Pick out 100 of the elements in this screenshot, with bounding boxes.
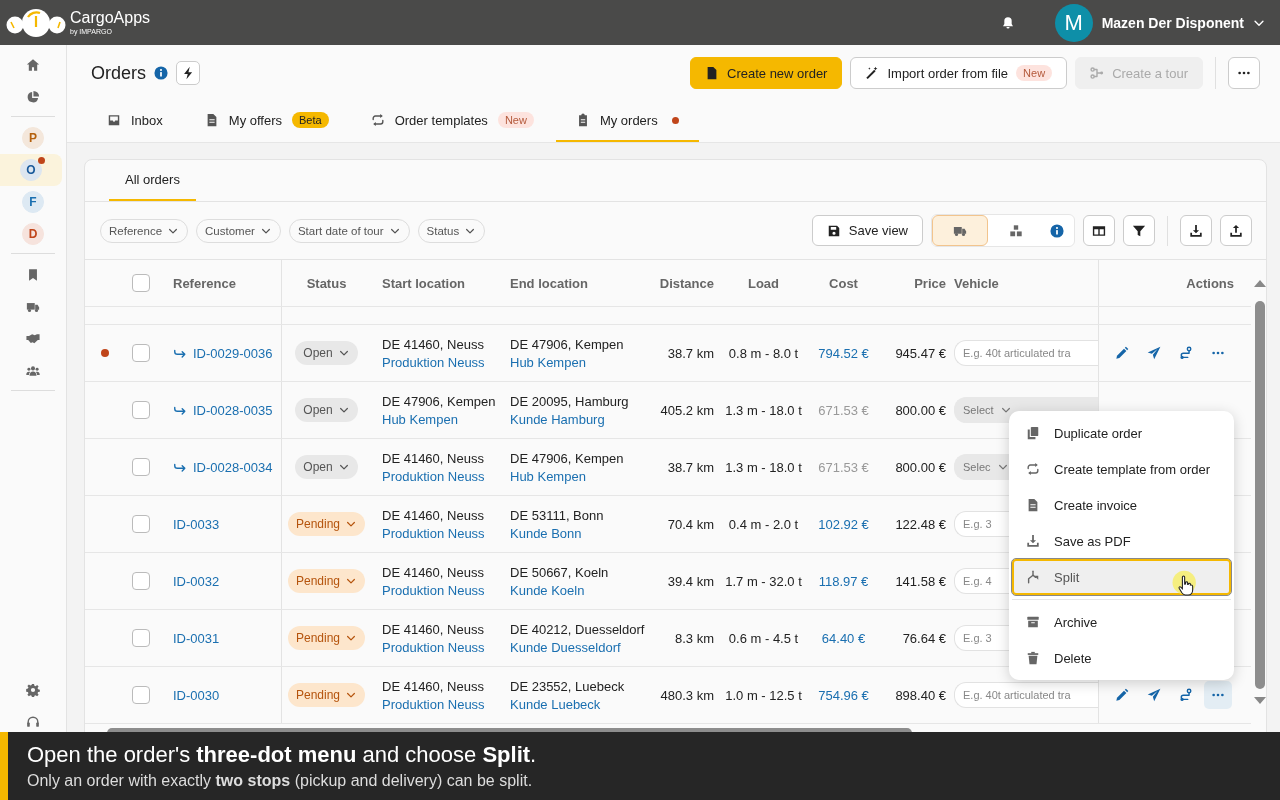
load-value: 1.3 m - 18.0 t: [725, 402, 802, 418]
column-header[interactable]: Vehicle: [954, 275, 999, 291]
column-header[interactable]: End location: [510, 275, 588, 291]
end-site-link[interactable]: Kunde Duesseldorf: [510, 639, 621, 655]
subtab[interactable]: All orders: [109, 160, 196, 201]
start-address: DE 41460, Neuss: [382, 336, 484, 352]
cost-value: 118.97 €: [818, 573, 869, 589]
tab[interactable]: My orders: [555, 100, 699, 142]
price-value: 76.64 €: [902, 630, 946, 646]
price-value: 945.47 €: [895, 345, 946, 361]
status-dropdown[interactable]: Pending: [287, 569, 365, 593]
tab-badge: New: [497, 112, 534, 128]
end-site-link[interactable]: Hub Kempen: [510, 468, 586, 484]
workspace-item[interactable]: P: [0, 122, 66, 154]
workspace-item[interactable]: F: [0, 186, 66, 218]
vehicle-input-field[interactable]: E.g. 40t articulated tra: [954, 682, 1098, 708]
filter-dropdown[interactable]: Reference: [100, 218, 189, 243]
user-name[interactable]: Mazen Der Disponent: [1101, 14, 1244, 31]
end-site-link[interactable]: Kunde Hamburg: [510, 411, 605, 427]
status-dropdown[interactable]: Pending: [287, 626, 365, 650]
order-reference-link[interactable]: ID-0029-0036: [193, 345, 273, 361]
price-value: 898.40 €: [895, 687, 946, 703]
menu-item[interactable]: Delete: [1012, 640, 1231, 676]
filter-dropdown[interactable]: Start date of tour: [288, 218, 410, 243]
start-address: DE 41460, Neuss: [382, 564, 484, 580]
menu-item[interactable]: Archive: [1012, 604, 1231, 640]
cost-value: 754.96 €: [818, 687, 869, 703]
header-action-button[interactable]: Create new order: [690, 57, 843, 89]
header-action-button[interactable]: Import order from file New: [850, 57, 1068, 89]
cost-value: 64.40 €: [821, 630, 866, 646]
workspace-avatar[interactable]: D: [22, 223, 44, 245]
start-site-link[interactable]: Produktion Neuss: [382, 468, 485, 484]
menu-item[interactable]: Save as PDF: [1012, 523, 1231, 559]
menu-item[interactable]: Create invoice: [1012, 487, 1231, 523]
column-header[interactable]: Status: [306, 275, 347, 291]
filter-dropdown[interactable]: Status: [417, 218, 486, 243]
start-address: DE 41460, Neuss: [382, 621, 484, 637]
order-reference-link[interactable]: ID-0030: [173, 687, 220, 703]
workspace-letter: F: [29, 195, 37, 209]
new-badge: New: [1016, 65, 1053, 81]
load-value: 0.8 m - 8.0 t: [728, 345, 799, 361]
save-view-button[interactable]: Save view: [811, 215, 923, 246]
end-site-link[interactable]: Kunde Koeln: [510, 582, 585, 598]
workspace-item[interactable]: O: [0, 154, 62, 186]
app-name: CargoApps: [70, 10, 151, 26]
start-address: DE 41460, Neuss: [382, 678, 484, 694]
workspace-avatar[interactable]: O: [20, 159, 42, 181]
price-value: 800.00 €: [895, 459, 946, 475]
cost-value: 102.92 €: [818, 516, 869, 532]
column-header[interactable]: Price: [914, 275, 946, 291]
start-site-link[interactable]: Produktion Neuss: [382, 582, 485, 598]
end-site-link[interactable]: Hub Kempen: [510, 354, 586, 370]
start-site-link[interactable]: Hub Kempen: [382, 411, 458, 427]
start-site-link[interactable]: Produktion Neuss: [382, 354, 485, 370]
end-address: DE 50667, Koeln: [510, 564, 609, 580]
status-dropdown[interactable]: Pending: [287, 512, 365, 536]
column-header[interactable]: Cost: [829, 275, 858, 291]
column-header[interactable]: Distance: [659, 275, 714, 291]
distance-value: 39.4 km: [667, 573, 714, 589]
filter-dropdown[interactable]: Customer: [196, 218, 281, 243]
load-value: 0.4 m - 2.0 t: [728, 516, 799, 532]
status-dropdown[interactable]: Open: [295, 455, 358, 479]
cost-value: 794.52 €: [818, 345, 869, 361]
page-title: Orders: [91, 62, 146, 84]
end-site-link[interactable]: Kunde Luebeck: [510, 696, 601, 712]
column-header[interactable]: Start location: [382, 275, 466, 291]
status-dropdown[interactable]: Open: [295, 398, 358, 422]
load-value: 1.0 m - 12.5 t: [725, 687, 802, 703]
tab[interactable]: My offers Beta: [184, 100, 349, 142]
start-site-link[interactable]: Produktion Neuss: [382, 639, 485, 655]
workspace-letter: P: [29, 131, 37, 145]
menu-item[interactable]: Split: [1012, 559, 1231, 595]
user-avatar[interactable]: M: [1054, 3, 1093, 42]
start-address: DE 41460, Neuss: [382, 450, 484, 466]
column-header[interactable]: Reference: [173, 275, 236, 291]
workspace-letter: D: [28, 227, 38, 241]
tab[interactable]: Inbox: [87, 100, 183, 142]
end-address: DE 40212, Duesseldorf: [510, 621, 645, 637]
status-dropdown[interactable]: Pending: [287, 683, 365, 707]
column-header[interactable]: Load: [747, 275, 780, 291]
menu-item[interactable]: Create template from order: [1012, 451, 1231, 487]
order-reference-link[interactable]: ID-0028-0035: [193, 402, 273, 418]
end-site-link[interactable]: Kunde Bonn: [510, 525, 582, 541]
start-site-link[interactable]: Produktion Neuss: [382, 525, 485, 541]
workspace-avatar[interactable]: F: [22, 191, 44, 213]
end-address: DE 47906, Kempen: [510, 336, 624, 352]
status-dropdown[interactable]: Open: [295, 341, 358, 365]
end-address: DE 47906, Kempen: [510, 450, 624, 466]
distance-value: 38.7 km: [667, 459, 714, 475]
distance-value: 8.3 km: [675, 630, 714, 646]
order-reference-link[interactable]: ID-0032: [173, 573, 220, 589]
order-reference-link[interactable]: ID-0033: [173, 516, 220, 532]
column-header[interactable]: Actions: [1186, 275, 1234, 291]
start-site-link[interactable]: Produktion Neuss: [382, 696, 485, 712]
order-reference-link[interactable]: ID-0031: [173, 630, 220, 646]
vehicle-input-field[interactable]: E.g. 40t articulated tra: [954, 340, 1098, 366]
workspace-avatar[interactable]: P: [22, 127, 44, 149]
workspace-item[interactable]: D: [0, 218, 66, 250]
tab[interactable]: Order templates New: [350, 100, 554, 142]
order-reference-link[interactable]: ID-0028-0034: [193, 459, 273, 475]
